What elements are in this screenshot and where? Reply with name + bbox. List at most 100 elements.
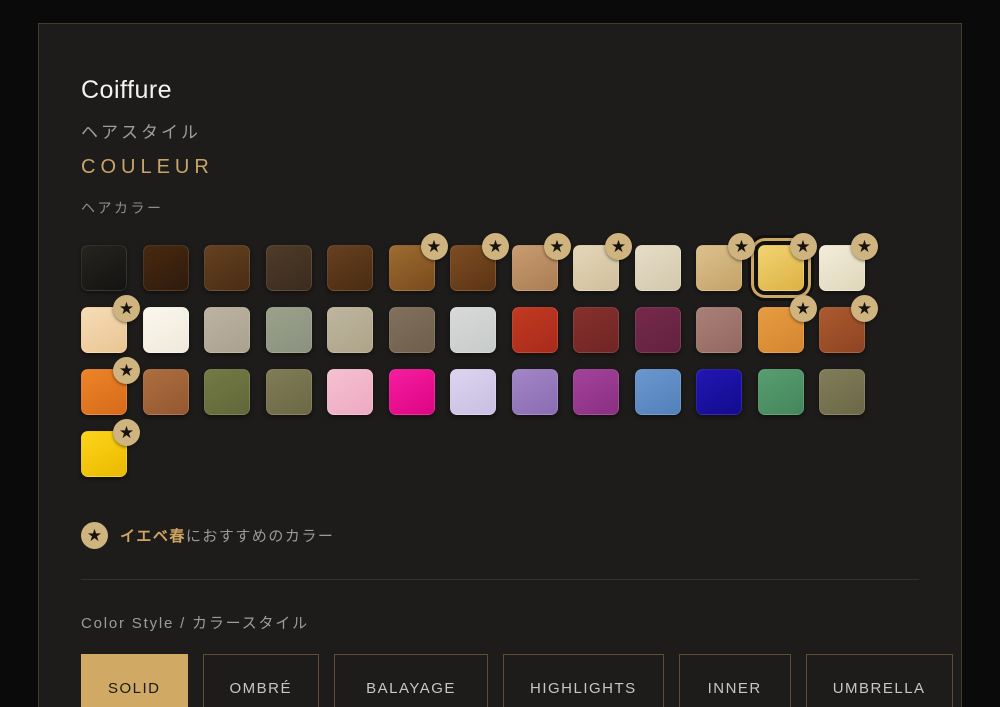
recommended-star-icon: ★: [113, 357, 140, 384]
page-title-japanese: ヘアスタイル: [81, 118, 919, 143]
color-swatch-sage-gray[interactable]: [266, 307, 312, 353]
color-swatch-cell: [696, 307, 742, 353]
color-swatch-cell: [266, 307, 312, 353]
recommended-star-icon: ★: [790, 295, 817, 322]
recommended-color-legend: ★ イエベ春におすすめのカラー: [81, 522, 919, 549]
color-swatch-chestnut[interactable]: [327, 245, 373, 291]
legend-rest: におすすめのカラー: [186, 528, 335, 545]
section-title-hair-color: ヘアカラー: [81, 198, 919, 218]
color-swatch-plum[interactable]: [635, 307, 681, 353]
color-swatch-cell: ★: [696, 245, 742, 291]
color-swatch-taupe[interactable]: [389, 307, 435, 353]
color-swatch-cell: [81, 245, 127, 291]
color-swatch-violet-magenta[interactable]: [573, 369, 619, 415]
color-swatch-cell: [266, 245, 312, 291]
color-swatch-cell: [327, 307, 373, 353]
tab-label-en: BALAYAGE: [366, 680, 456, 697]
color-swatch-lavender[interactable]: [450, 369, 496, 415]
tab-solid[interactable]: SOLID単色: [81, 654, 188, 707]
recommended-star-icon: ★: [421, 233, 448, 260]
color-swatch-cell: [758, 369, 804, 415]
tab-label-en: HIGHLIGHTS: [530, 680, 637, 697]
main-panel: Coiffure ヘアスタイル COULEUR ヘアカラー ★★★★★★★★★★…: [38, 23, 962, 707]
color-swatch-cell: [635, 369, 681, 415]
color-swatch-cell: [143, 369, 189, 415]
tab-inner[interactable]: INNERインナー: [679, 654, 791, 707]
color-swatch-cell: [327, 245, 373, 291]
color-swatch-cell: [696, 369, 742, 415]
color-swatch-greige[interactable]: [204, 307, 250, 353]
legend-highlight: イエベ春: [120, 528, 186, 545]
color-swatch-maroon[interactable]: [573, 307, 619, 353]
color-swatch-rose-brown[interactable]: [696, 307, 742, 353]
tab-label-en: SOLID: [108, 680, 161, 697]
color-swatch-copper[interactable]: [143, 369, 189, 415]
color-swatch-grid: ★★★★★★★★★★★★: [81, 245, 919, 477]
color-swatch-cell: [204, 245, 250, 291]
color-swatch-khaki[interactable]: [266, 369, 312, 415]
color-style-heading: Color Style / カラースタイル: [81, 612, 919, 633]
color-swatch-magenta-pink[interactable]: [389, 369, 435, 415]
color-swatch-green[interactable]: [758, 369, 804, 415]
recommended-star-icon: ★: [851, 233, 878, 260]
color-swatch-cell: [143, 245, 189, 291]
color-swatch-cell: [389, 307, 435, 353]
color-swatch-red[interactable]: [512, 307, 558, 353]
color-swatch-cell: [389, 369, 435, 415]
color-swatch-cell: ★: [819, 307, 865, 353]
recommended-star-icon: ★: [790, 233, 817, 260]
color-swatch-cell: [450, 307, 496, 353]
color-swatch-off-white[interactable]: [143, 307, 189, 353]
page-title: Coiffure: [81, 76, 919, 105]
tab-label-en: INNER: [708, 680, 762, 697]
color-swatch-brown[interactable]: [204, 245, 250, 291]
color-swatch-silver-gray[interactable]: [450, 307, 496, 353]
color-swatch-light-pink[interactable]: [327, 369, 373, 415]
section-title-couleur: COULEUR: [81, 156, 919, 179]
tab-label-en: OMBRÉ: [230, 680, 293, 697]
color-swatch-steel-blue[interactable]: [635, 369, 681, 415]
recommended-star-icon: ★: [113, 295, 140, 322]
color-swatch-purple[interactable]: [512, 369, 558, 415]
color-swatch-cream-beige[interactable]: [635, 245, 681, 291]
color-swatch-olive-gray[interactable]: [819, 369, 865, 415]
color-swatch-cell: [635, 307, 681, 353]
section-divider: [81, 579, 919, 580]
color-swatch-dark-brown[interactable]: [143, 245, 189, 291]
color-swatch-cell: ★: [81, 431, 127, 477]
color-swatch-cell: ★: [758, 245, 804, 291]
color-swatch-black[interactable]: [81, 245, 127, 291]
color-swatch-cell: [512, 307, 558, 353]
color-swatch-olive[interactable]: [204, 369, 250, 415]
tab-label-en: UMBRELLA: [833, 680, 926, 697]
tab-umbrella[interactable]: UMBRELLAアンブレラ: [806, 654, 953, 707]
recommended-star-icon: ★: [113, 419, 140, 446]
recommended-star-icon: ★: [728, 233, 755, 260]
color-swatch-cell: ★: [819, 245, 865, 291]
color-swatch-cell: [512, 369, 558, 415]
color-swatch-cell: [204, 307, 250, 353]
tab-balayage[interactable]: BALAYAGEバレイヤージュ: [334, 654, 488, 707]
tab-highlights[interactable]: HIGHLIGHTSハイライト: [503, 654, 664, 707]
color-swatch-cell: ★: [81, 369, 127, 415]
tab-ombr[interactable]: OMBRÉグラデ: [203, 654, 320, 707]
color-swatch-ash-brown[interactable]: [266, 245, 312, 291]
recommended-star-icon: ★: [482, 233, 509, 260]
color-swatch-cell: ★: [81, 307, 127, 353]
recommended-star-icon: ★: [605, 233, 632, 260]
color-swatch-navy-blue[interactable]: [696, 369, 742, 415]
legend-text: イエベ春におすすめのカラー: [120, 525, 334, 546]
color-swatch-cell: ★: [573, 245, 619, 291]
recommended-star-icon: ★: [544, 233, 571, 260]
color-swatch-cell: [327, 369, 373, 415]
color-swatch-cell: [450, 369, 496, 415]
color-swatch-cell: ★: [758, 307, 804, 353]
color-swatch-cell: [266, 369, 312, 415]
color-style-tabs: SOLID単色 OMBRÉグラデ BALAYAGEバレイヤージュ HIGHLIGHTS…: [81, 654, 919, 707]
color-swatch-cell: [204, 369, 250, 415]
color-swatch-cell: [143, 307, 189, 353]
recommended-star-icon: ★: [851, 295, 878, 322]
color-swatch-cell: ★: [389, 245, 435, 291]
color-swatch-cell: ★: [512, 245, 558, 291]
color-swatch-beige-gray[interactable]: [327, 307, 373, 353]
